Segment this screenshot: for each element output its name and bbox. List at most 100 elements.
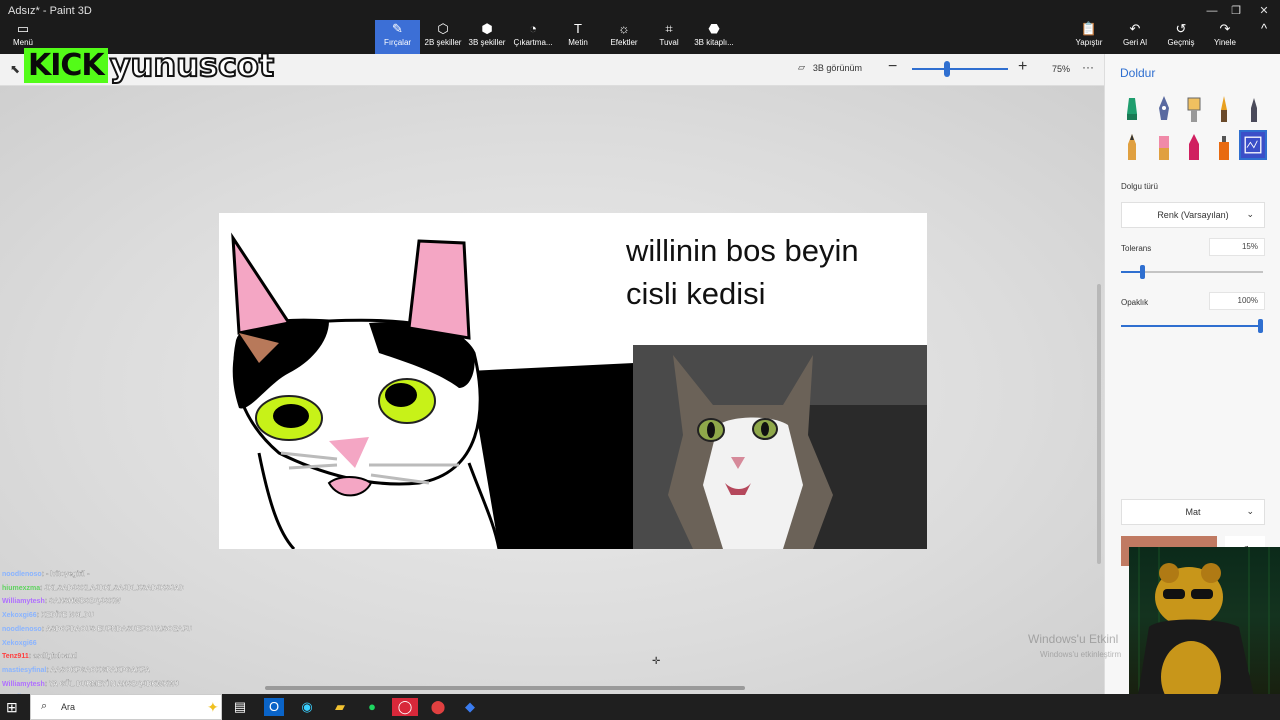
chat-message: Williamytesh: YA GÜL DURMEYİ N AHSBQJDKW… (2, 678, 262, 692)
sparkle-icon: ✦ (207, 699, 219, 715)
library-icon: ⬣ (708, 21, 720, 36)
chat-message: Xekoxgi66 (2, 637, 262, 651)
chat-username: Williamytesh (2, 680, 45, 688)
clipboard-icon: 📋 (1080, 21, 1098, 36)
cat-photo-image (633, 345, 927, 549)
ribbon-text[interactable]: T Metin (560, 20, 596, 54)
zoom-in-button[interactable]: + (1018, 58, 1027, 76)
kick-logo: KICK (24, 47, 108, 83)
chat-username: hiumexzma (2, 584, 41, 592)
sticker-icon: ◔ (529, 21, 537, 36)
undo-icon: ↶ (1129, 21, 1141, 36)
ribbon-brushes[interactable]: ✎ Fırçalar (375, 20, 420, 54)
collapse-ribbon-button[interactable]: ^ (1254, 20, 1274, 54)
eraser-icon[interactable] (1151, 132, 1177, 162)
finish-dropdown[interactable]: Mat ⌄ (1121, 499, 1265, 525)
chat-username: noodlenoso (2, 571, 42, 578)
more-options-button[interactable]: ··· (1082, 60, 1094, 74)
chevron-down-icon: ⌄ (1246, 506, 1254, 516)
crop-icon: ⌗ (665, 21, 673, 36)
tolerance-slider-fill (1121, 271, 1143, 273)
opacity-slider[interactable] (1121, 319, 1263, 333)
redo-button[interactable]: ↷ Yinele (1210, 20, 1240, 54)
stream-logo: KICK yunuscot (24, 45, 275, 85)
restore-button[interactable]: ❐ (1226, 4, 1246, 18)
chat-username: mastiesyfinal (2, 666, 47, 674)
paint-3d-icon[interactable]: ◆ (460, 698, 480, 716)
calligraphy-pen-icon[interactable] (1151, 94, 1177, 124)
chat-username: Williamytesh (2, 598, 45, 606)
canvas-text: willinin bos beyin cisli kedisi (626, 233, 859, 311)
edge-icon[interactable]: ◉ (297, 698, 317, 716)
brush-icon: ✎ (392, 21, 403, 36)
ribbon-effects[interactable]: ☼ Efektler (604, 20, 644, 54)
opacity-input[interactable]: 100% (1209, 292, 1265, 310)
close-button[interactable]: ✕ (1254, 4, 1274, 18)
horizontal-scrollbar[interactable] (265, 686, 745, 690)
chat-text: : YA GÜL DURMEYİ N AHSBQJDKWKWJ (44, 680, 179, 688)
opacity-slider-thumb[interactable] (1258, 319, 1263, 333)
ribbon-3d-shapes[interactable]: ⬢ 3B şekiller (466, 20, 508, 54)
chat-username: Xekoxgi66 (2, 639, 37, 647)
panel-title: Doldur (1120, 66, 1156, 80)
chat-message: Tenz911: asdfghdoaud (2, 650, 262, 664)
chat-message: hiumexzma: JKLSADJSKLAJDKLSAJDLKSADJKSJA… (2, 582, 262, 596)
tolerance-input[interactable]: 15% (1209, 238, 1265, 256)
undo-button[interactable]: ↶ Geri Al (1120, 20, 1150, 54)
zoom-out-button[interactable]: − (888, 58, 897, 76)
opera-icon[interactable]: ◯ (392, 698, 418, 716)
crosshair-cursor-icon: ✛ (652, 656, 661, 667)
history-icon: ↺ (1175, 21, 1187, 36)
history-button[interactable]: ↺ Geçmiş (1164, 20, 1198, 54)
pencil-icon[interactable] (1119, 132, 1145, 162)
zoom-slider-track[interactable] (912, 68, 1008, 70)
tolerance-label: Tolerans (1121, 244, 1152, 253)
tolerance-slider-thumb[interactable] (1140, 265, 1146, 279)
windows-start-icon[interactable]: ⊞ (6, 699, 18, 716)
fill-bucket-icon[interactable] (1239, 130, 1267, 160)
vertical-scrollbar[interactable] (1097, 284, 1101, 564)
zoom-level: 75% (1052, 64, 1071, 74)
zoom-slider-thumb[interactable] (944, 61, 950, 77)
shapes-2d-icon: ⬡ (437, 21, 449, 36)
ribbon-canvas[interactable]: ⌗ Tuval (652, 20, 686, 54)
file-explorer-icon[interactable]: ▰ (330, 698, 350, 716)
ribbon-stickers[interactable]: ◔ Çıkartma... (510, 20, 556, 54)
paste-button[interactable]: 📋 Yapıştır (1074, 20, 1104, 54)
outlook-icon[interactable]: O (264, 698, 284, 716)
chat-text: : - lvitoyegiril - (41, 571, 90, 578)
pixel-pen-icon[interactable] (1241, 94, 1267, 124)
activation-watermark: Windows'u Etkinl (1028, 632, 1119, 646)
taskbar: ⊞ ⌕ Ara ✦ ▤ O ◉ ▰ ● ◯ ⬤ ◆ (0, 694, 1280, 720)
fill-type-dropdown[interactable]: Renk (Varsayılan) ⌄ (1121, 202, 1265, 228)
text-icon: T (574, 21, 582, 36)
taskbar-search[interactable]: ⌕ Ara ✦ (30, 694, 222, 720)
crayon-icon[interactable] (1181, 132, 1207, 162)
chat-username: noodlenoso (2, 625, 42, 633)
chat-message: noodlenoso: ASDOFDAOUS EUFNDASUEFOUAISOE… (2, 623, 262, 637)
tolerance-slider[interactable] (1121, 265, 1263, 279)
chevron-up-icon: ^ (1260, 21, 1268, 36)
chat-text: : KEDİYE NOLDU (36, 612, 94, 620)
activation-watermark-sub: Windows'u etkinleştirm (1040, 650, 1122, 659)
spotify-icon[interactable]: ● (362, 698, 382, 716)
opacity-slider-fill (1121, 325, 1263, 327)
sun-icon: ☼ (618, 21, 630, 36)
marker-brush-icon[interactable] (1119, 94, 1145, 124)
watercolor-brush-icon[interactable] (1211, 94, 1237, 124)
drawing-canvas[interactable]: willinin bos beyin cisli kedisi (219, 213, 927, 549)
opacity-label: Opaklık (1121, 298, 1149, 307)
select-arrow-icon[interactable]: ⬉ (10, 62, 20, 76)
oil-brush-icon[interactable] (1181, 94, 1207, 124)
3d-view-toggle[interactable]: ▱ 3B görünüm (798, 62, 862, 73)
spray-can-icon[interactable] (1211, 132, 1237, 162)
minimize-button[interactable]: — (1202, 4, 1222, 18)
chat-message: Xekoxgi66: KEDİYE NOLDU (2, 609, 262, 623)
app-icon[interactable]: ⬤ (428, 698, 448, 716)
ribbon-2d-shapes[interactable]: ⬡ 2B şekiller (422, 20, 464, 54)
chat-message: noodlenoso: - lvitoyegiril - (2, 568, 262, 582)
ribbon-3d-library[interactable]: ⬣ 3B kitaplı... (692, 20, 736, 54)
task-view-icon[interactable]: ▤ (230, 698, 250, 716)
chat-username: Tenz911 (2, 653, 29, 661)
chat-text: : asdfghdoaud (28, 653, 77, 661)
